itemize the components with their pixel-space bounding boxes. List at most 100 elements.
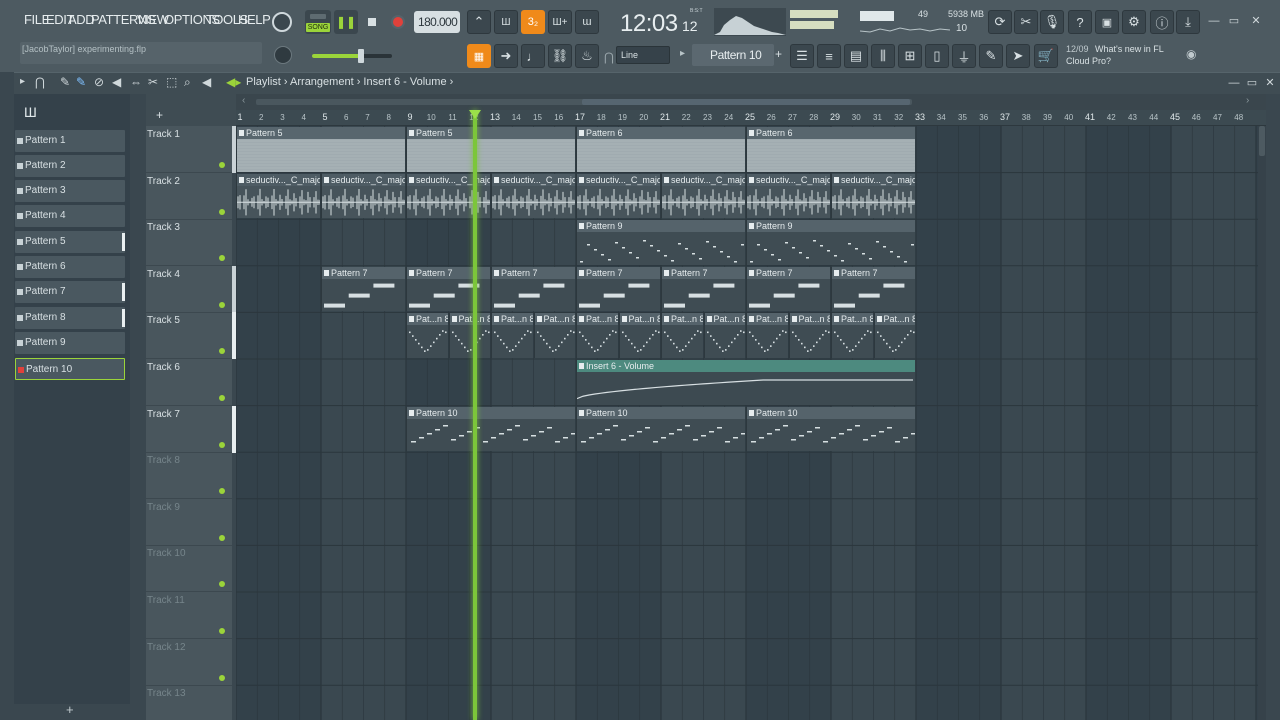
loop-record-button[interactable]: ɯ [575,10,599,34]
playlist-clip[interactable]: Pat...n 8 [448,313,490,358]
playlist-clip[interactable]: Insert 6 - Volume [576,360,915,405]
clip-menu-icon[interactable] [579,316,584,323]
vertical-scrollbar[interactable] [1258,126,1266,720]
playlist-clip[interactable]: seductiv..._C_major [746,173,830,219]
track-header[interactable]: Track 10 [146,545,232,593]
clip-menu-icon[interactable] [664,316,669,323]
clip-menu-icon[interactable] [239,176,244,183]
track-header[interactable]: Track 7 [146,405,238,453]
playback-tool-icon[interactable]: ◀ [202,75,211,89]
play-button[interactable]: ❚❚ [334,10,358,34]
clip-header[interactable]: seductiv..._C_major [322,173,405,186]
playlist-clip[interactable]: seductiv..._C_major [321,173,405,219]
options-arrow-icon[interactable]: ▸ [20,76,25,87]
clip-menu-icon[interactable] [664,176,669,183]
clip-header[interactable]: seductiv..._C_major [747,173,830,186]
track-mute-led[interactable] [219,628,225,634]
clip-header[interactable]: Pattern 7 [492,266,575,279]
playlist-clip[interactable]: Pat...n 8 [406,313,448,358]
clip-menu-icon[interactable] [749,269,754,276]
clip-header[interactable]: Pattern 7 [577,266,660,279]
song-mode-toggle[interactable]: SONG [305,10,331,34]
track-mute-led[interactable] [219,674,225,681]
playlist-clip[interactable]: Pat...n 8 [703,313,745,358]
timeline-ruler[interactable]: 1234567891011121314151617181920212223242… [236,110,1266,126]
countdown-button[interactable]: 3₂ [521,10,545,34]
track-header[interactable]: Track 6 [146,359,232,406]
playlist-clip[interactable]: Pat...n 8 [533,313,575,358]
news-panel[interactable]: 12/09 What's new in FL Cloud Pro? ◉ [1062,42,1202,68]
add-clip-button[interactable]: + [156,108,163,122]
clip-header[interactable]: Pattern 10 [577,406,745,419]
track-header[interactable]: Track 13 [146,685,232,720]
track-mute-led[interactable] [219,208,225,215]
arrangement-grid[interactable]: Pattern 5 Pattern 5 Pattern 6 Pattern 6 sedu… [236,126,1258,720]
metronome-button[interactable]: ⌃ [467,10,491,34]
download-button[interactable]: ⤓ [1176,10,1200,34]
clip-header[interactable]: Pattern 5 [237,127,405,139]
reset-button[interactable]: ⟳ [988,10,1012,34]
track-header[interactable]: Track 4 [146,265,238,313]
playhead-marker[interactable] [469,110,481,119]
playlist-clip[interactable]: Pattern 10 [406,406,575,452]
piano-picker-icon[interactable]: Ш [24,104,37,120]
playlist-clip[interactable]: Pat...n 8 [618,313,660,358]
playlist-clip[interactable]: Pattern 7 [321,266,405,312]
playlist-clip[interactable]: seductiv..._C_major [576,173,660,219]
clip-header[interactable]: Pat...n 8 [492,313,533,326]
pattern-picker-item[interactable]: Pattern 3 [15,180,125,202]
clip-menu-icon[interactable] [791,316,797,323]
stamp-button[interactable]: ♨ [575,44,599,68]
slip-tool-icon[interactable]: ⇔ [130,75,142,89]
pattern-picker-item[interactable]: Pattern 6 [15,256,125,278]
clip-header[interactable]: Pat...n 8 [619,313,660,326]
playlist-clip[interactable]: Pat...n 8 [576,313,618,358]
track-mute-led[interactable] [219,395,225,401]
track-header[interactable]: Track 1 [146,126,238,173]
record-button[interactable] [386,10,410,34]
add-pattern-button[interactable]: + [775,47,782,61]
clip-menu-icon[interactable] [749,409,754,416]
magnet-snap-icon[interactable]: ⋂ [35,75,45,89]
clip-menu-icon[interactable] [749,316,754,323]
clip-header[interactable]: Pattern 9 [577,220,745,233]
track-mute-led[interactable] [219,441,225,448]
help-button[interactable]: ? [1068,10,1092,34]
playlist-minimize-button[interactable]: — [1226,76,1242,90]
scroll-left-arrow[interactable]: ‹ [242,95,245,106]
info-button[interactable]: ⓘ [1150,10,1174,34]
clip-menu-icon[interactable] [324,176,329,183]
pattern-picker-item[interactable]: Pattern 2 [15,155,125,177]
track-mute-led[interactable] [219,488,225,495]
playlist-clip[interactable]: seductiv..._C_major [406,173,490,219]
track-header[interactable]: Track 2 [146,173,232,220]
clip-header[interactable]: Pat...n 8 [704,313,745,326]
select-tool-icon[interactable]: ⬚ [166,75,177,89]
clip-menu-icon[interactable] [324,269,329,276]
clip-menu-icon[interactable] [664,269,669,276]
clip-header[interactable]: Pattern 7 [407,266,490,279]
playhead-line[interactable] [473,110,477,720]
playlist-button[interactable]: ☰ [790,44,814,68]
clip-header[interactable]: Pat...n 8 [747,313,788,326]
pattern-picker-item[interactable]: Pattern 10 [15,358,125,380]
clip-header[interactable]: Pat...n 8 [789,313,830,326]
playlist-clip[interactable]: seductiv..._C_major [236,173,320,219]
clip-header[interactable]: seductiv..._C_major [832,173,915,186]
tools-button[interactable]: ✎ [979,44,1003,68]
clip-header[interactable]: Pat...n 8 [449,313,490,326]
track-header[interactable]: Track 8 [146,452,232,500]
clip-menu-icon[interactable] [706,316,712,323]
playlist-clip[interactable]: Pattern 9 [576,220,745,265]
browser-button[interactable]: ⊞ [898,44,922,68]
stop-button[interactable] [360,10,384,34]
pattern-prev-arrow[interactable]: ▸ [680,48,685,59]
clip-header[interactable]: seductiv..._C_major [492,173,575,186]
pattern-picker-item[interactable]: Pattern 5 [15,231,125,253]
clip-header[interactable]: Pattern 6 [577,127,745,139]
playlist-clip[interactable]: seductiv..._C_major [661,173,745,219]
playlist-close-button[interactable]: ✕ [1262,76,1278,90]
link-button[interactable]: ⛓ [548,44,572,68]
playlist-clip[interactable]: Pattern 7 [746,266,830,312]
send-button[interactable]: ➤ [1006,44,1030,68]
